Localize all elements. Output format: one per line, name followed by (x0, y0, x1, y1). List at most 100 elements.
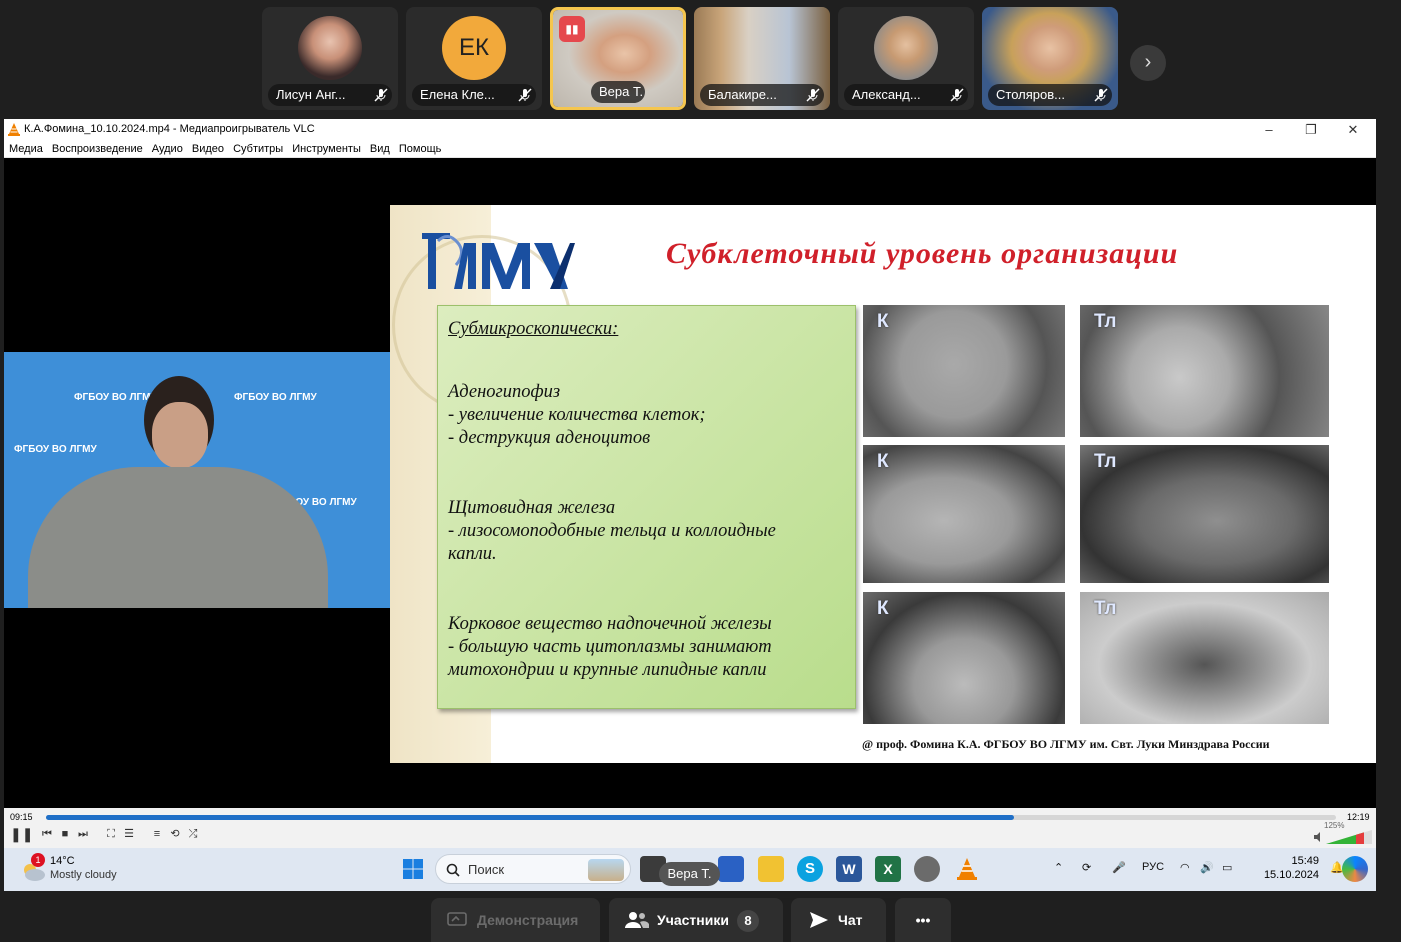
chat-button[interactable]: Чат (791, 898, 886, 942)
slide-textbox: Субмикроскопически: Аденогипофиз - увели… (437, 305, 856, 709)
micrograph: Тл (1080, 445, 1329, 583)
time-current: 09:15 (10, 812, 33, 822)
participants-button[interactable]: Участники 8 (609, 898, 783, 942)
volume-icon (1314, 830, 1372, 844)
participant-tile[interactable]: Лисун Анг... (262, 7, 398, 110)
sync-icon[interactable]: ⟳ (1082, 861, 1091, 874)
input-language[interactable]: РУС (1142, 861, 1164, 873)
section-line: - деструкция аденоцитов (448, 428, 651, 448)
weather-temp: 14°C (50, 855, 75, 867)
menu-tools[interactable]: Инструменты (292, 143, 361, 155)
chevron-right-icon[interactable]: › (1130, 45, 1166, 81)
vlc-titlebar: К.А.Фомина_10.10.2024.mp4 - Медиапроигры… (4, 119, 1376, 140)
lgmu-logo (422, 233, 575, 289)
menu-view[interactable]: Вид (370, 143, 390, 155)
slide-title: Субклеточный уровень организации (666, 237, 1179, 270)
playlist-button[interactable]: ≡ (150, 827, 164, 841)
search-placeholder: Поиск (468, 862, 505, 877)
participants-label: Участники (657, 912, 729, 928)
screen-share-label: Демонстрация (477, 912, 579, 928)
notification-badge: 1 (31, 853, 45, 867)
seek-progress (46, 815, 1014, 820)
micrograph: Тл (1080, 592, 1329, 724)
section-title: Корковое вещество надпочечной железы (448, 614, 772, 634)
tray-chevron-icon[interactable]: ⌃ (1054, 861, 1063, 874)
screen-share-icon (447, 912, 467, 926)
slide-heading: Субмикроскопически: (448, 319, 619, 339)
volume-percent: 125% (1324, 821, 1345, 830)
pause-button[interactable]: ❚❚ (10, 827, 33, 841)
participant-tile[interactable]: Столяров... (982, 7, 1118, 110)
vlc-menubar: Медиа Воспроизведение Аудио Видео Субтит… (4, 140, 1376, 158)
participant-initials: ЕК (442, 16, 506, 80)
screen-share-button[interactable]: Демонстрация (431, 898, 600, 942)
audio-activity-icon: ▮▮ (559, 16, 585, 42)
fullscreen-button[interactable]: ⛶ (104, 827, 118, 841)
extended-settings-button[interactable]: ☰ (122, 827, 136, 841)
vlc-taskbar-icon[interactable] (954, 856, 980, 882)
micrograph: Тл (1080, 305, 1329, 437)
file-explorer-icon[interactable] (758, 856, 784, 882)
mic-muted-icon (1094, 88, 1108, 102)
speaker-face (152, 402, 208, 468)
backdrop-text: ФГБОУ ВО ЛГМУ (234, 392, 317, 403)
minimize-button[interactable]: – (1249, 119, 1289, 140)
section-line: - лизосомоподобные тельца и коллоидные (448, 521, 776, 541)
menu-help[interactable]: Помощь (399, 143, 442, 155)
copilot-icon[interactable] (1342, 856, 1368, 882)
menu-video[interactable]: Видео (192, 143, 224, 155)
participant-photo (298, 16, 362, 80)
section-line: - увеличение количества клеток; (448, 405, 706, 425)
vlc-cone-icon (8, 123, 20, 136)
next-button[interactable]: ⏭ (76, 827, 90, 841)
participant-tile[interactable]: Александ... (838, 7, 974, 110)
shared-screen: К.А.Фомина_10.10.2024.mp4 - Медиапроигры… (4, 119, 1376, 891)
store-icon[interactable] (718, 856, 744, 882)
menu-audio[interactable]: Аудио (152, 143, 183, 155)
menu-playback[interactable]: Воспроизведение (52, 143, 143, 155)
seek-bar[interactable] (46, 815, 1336, 820)
section-title: Аденогипофиз (448, 382, 561, 402)
wifi-icon[interactable]: ◠ (1180, 861, 1190, 874)
section-line: митохондрии и крупные липидные капли (448, 660, 767, 680)
video-area[interactable]: Субклеточный уровень организации Субмикр… (4, 158, 1376, 808)
window-title: К.А.Фомина_10.10.2024.mp4 - Медиапроигры… (24, 123, 315, 135)
time-total: 12:19 (1347, 812, 1370, 822)
skype-icon[interactable]: S (797, 856, 823, 882)
mic-muted-icon (518, 88, 532, 102)
participant-tile-active[interactable]: ▮▮ Вера Т. (550, 7, 686, 110)
search-icon (446, 863, 460, 877)
participant-tile[interactable]: Балакире... (694, 7, 830, 110)
word-icon[interactable]: W (836, 856, 862, 882)
weather-widget[interactable]: 1 14°C Mostly cloudy (22, 853, 142, 886)
maximize-button[interactable]: ❐ (1291, 119, 1331, 140)
micrograph: К (863, 445, 1065, 583)
participant-tile[interactable]: ЕК Елена Кле... (406, 7, 542, 110)
meeting-window: Лисун Анг... ЕК Елена Кле... ▮▮ Вера Т. … (0, 0, 1401, 942)
volume-slider[interactable]: 125% (1314, 821, 1372, 844)
presentation-slide: Субклеточный уровень организации Субмикр… (390, 205, 1376, 763)
participants-count: 8 (736, 910, 759, 932)
windows-start-icon[interactable] (400, 856, 426, 882)
backdrop-text: ФГБОУ ВО ЛГМУ (74, 392, 157, 403)
speaker-body (28, 467, 328, 608)
battery-icon[interactable]: ▭ (1222, 861, 1232, 874)
more-options-button[interactable]: ••• (895, 898, 951, 942)
excel-icon[interactable]: X (875, 856, 901, 882)
taskbar-search[interactable]: Поиск (435, 854, 631, 884)
speaker-icon[interactable]: 🔊 (1200, 861, 1214, 874)
previous-button[interactable]: ⏮ (40, 827, 54, 841)
system-clock[interactable]: 15:49 15.10.2024 (1249, 854, 1319, 882)
micrograph: К (863, 592, 1065, 724)
section-title: Щитовидная железа (448, 498, 616, 518)
chat-label: Чат (838, 912, 863, 928)
settings-gear-icon[interactable] (914, 856, 940, 882)
loop-button[interactable]: ⟲ (168, 827, 182, 841)
menu-media[interactable]: Медиа (9, 143, 43, 155)
microphone-icon[interactable]: 🎤 (1112, 861, 1126, 874)
slide-credit: @ проф. Фомина К.А. ФГБОУ ВО ЛГМУ им. Св… (862, 737, 1270, 751)
shuffle-button[interactable]: ⤮ (186, 827, 200, 841)
close-button[interactable]: ✕ (1333, 119, 1373, 140)
menu-subtitles[interactable]: Субтитры (233, 143, 283, 155)
stop-button[interactable]: ■ (58, 827, 72, 841)
